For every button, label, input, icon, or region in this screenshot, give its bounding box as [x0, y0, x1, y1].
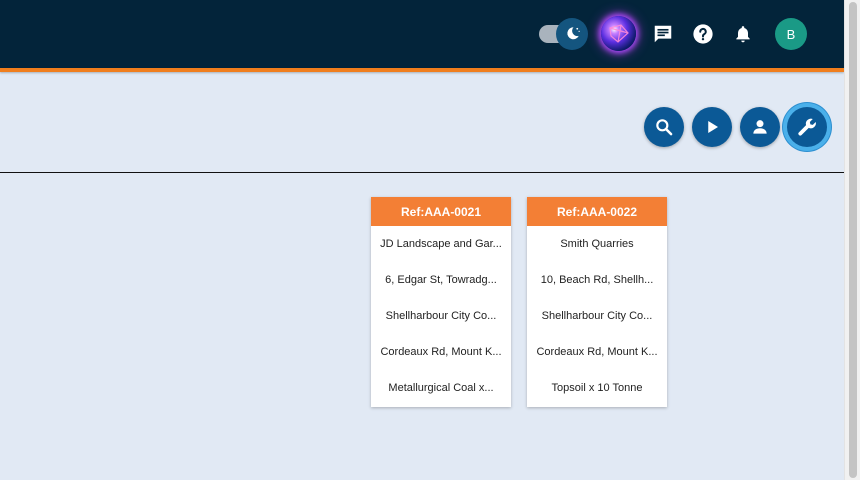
- card-customer: Smith Quarries: [560, 238, 634, 250]
- person-icon: [753, 120, 767, 134]
- search-icon: [656, 119, 673, 136]
- tools-button[interactable]: [787, 107, 827, 147]
- header-accent-line: [0, 68, 844, 72]
- job-card[interactable]: Ref:AAA-0021 JD Landscape and Gar... 6, …: [371, 197, 511, 407]
- bell-icon[interactable]: [731, 22, 755, 46]
- moon-icon: [556, 18, 588, 50]
- card-delivery-address: Cordeaux Rd, Mount K...: [380, 346, 502, 358]
- user-button[interactable]: [740, 107, 780, 147]
- vertical-scrollbar[interactable]: [844, 0, 860, 480]
- card-pickup-address: 10, Beach Rd, Shellh...: [540, 274, 654, 286]
- card-reference: Ref:AAA-0022: [527, 197, 667, 226]
- card-delivery-address: Cordeaux Rd, Mount K...: [536, 346, 658, 358]
- section-divider: [0, 172, 844, 173]
- wrench-icon: [798, 118, 816, 136]
- job-card[interactable]: Ref:AAA-0022 Smith Quarries 10, Beach Rd…: [527, 197, 667, 407]
- user-avatar[interactable]: B: [775, 18, 807, 50]
- ai-assistant-icon[interactable]: [601, 16, 636, 51]
- card-reference: Ref:AAA-0021: [371, 197, 511, 226]
- card-material: Topsoil x 10 Tonne: [551, 382, 643, 394]
- card-material: Metallurgical Coal x...: [388, 382, 494, 394]
- dark-mode-toggle[interactable]: [539, 18, 589, 50]
- search-button[interactable]: [644, 107, 684, 147]
- card-council: Shellharbour City Co...: [541, 310, 653, 322]
- top-navigation-bar: B: [0, 0, 844, 68]
- scrollbar-thumb[interactable]: [849, 2, 857, 478]
- play-icon: [708, 121, 718, 133]
- play-button[interactable]: [692, 107, 732, 147]
- card-council: Shellharbour City Co...: [385, 310, 497, 322]
- help-icon[interactable]: [691, 22, 715, 46]
- card-pickup-address: 6, Edgar St, Towradg...: [385, 274, 497, 286]
- chat-icon[interactable]: [651, 22, 675, 46]
- card-customer: JD Landscape and Gar...: [380, 238, 502, 250]
